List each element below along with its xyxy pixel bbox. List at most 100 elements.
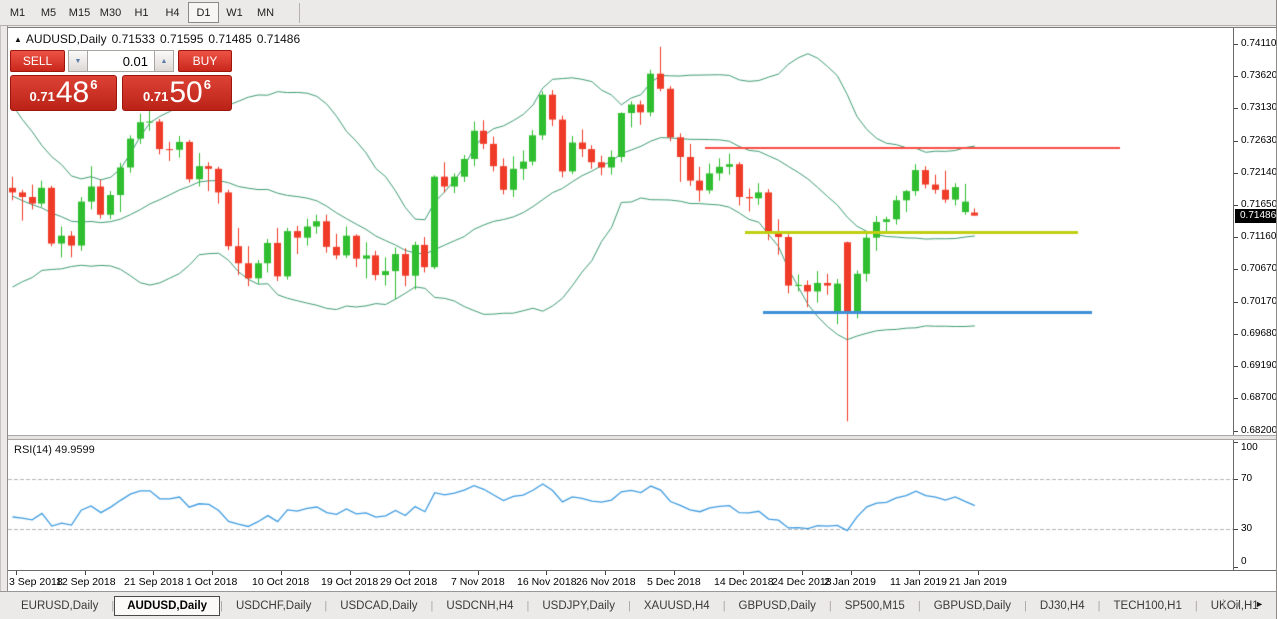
date-tick: [281, 571, 282, 575]
chart-tab-xauusd-h4[interactable]: XAUUSD,H4: [631, 597, 723, 615]
date-axis-label: 14 Dec 2018: [714, 576, 774, 588]
buy-price-prefix: 0.71: [143, 89, 169, 104]
date-tick: [851, 571, 852, 575]
tab-scroll-controls: | ◄ ►: [1222, 598, 1271, 610]
date-axis-label: 11 Jan 2019: [890, 576, 948, 588]
date-tick: [478, 571, 479, 575]
ohlc-close: 0.71486: [256, 32, 301, 46]
price-axis-label: 0.70170: [1241, 296, 1277, 307]
buy-price-big-digits: 50: [169, 76, 203, 109]
date-axis-label: 7 Nov 2018: [451, 576, 505, 588]
rsi-indicator-pane: RSI(14) 49.9599: [8, 440, 1233, 570]
timeframe-button-m30[interactable]: M30: [95, 2, 126, 23]
date-axis-label: 29 Oct 2018: [380, 576, 438, 588]
ohlc-open: 0.71533: [111, 32, 155, 46]
window-left-frame: [0, 26, 8, 591]
chart-tab-sp500-m15[interactable]: SP500,M15: [832, 597, 918, 615]
chart-tab-usdjpy-daily[interactable]: USDJPY,Daily: [529, 597, 628, 615]
chart-tab-dj30-h4[interactable]: DJ30,H4: [1027, 597, 1098, 615]
price-axis-tick: [1234, 205, 1238, 206]
date-axis-label: 16 Nov 2018: [517, 576, 577, 588]
rsi-axis-tick: [1234, 567, 1238, 568]
date-axis-label: 5 Dec 2018: [647, 576, 701, 588]
date-axis-label: 21 Sep 2018: [124, 576, 184, 588]
volume-stepper: ▼ ▲: [68, 50, 174, 72]
price-axis-tick: [1234, 173, 1238, 174]
chart-tab-gbpusd-daily[interactable]: GBPUSD,Daily: [921, 597, 1024, 615]
price-axis-label: 0.74110: [1241, 38, 1277, 49]
date-tick: [153, 571, 154, 575]
tab-scroll-right-icon[interactable]: ►: [1248, 599, 1271, 609]
timeframe-button-m1[interactable]: M1: [2, 2, 33, 23]
buy-button[interactable]: BUY: [178, 50, 232, 72]
trade-panel-top-row: SELL ▼ ▲ BUY: [10, 50, 232, 72]
rsi-axis-tick: [1234, 442, 1238, 443]
price-axis-tick: [1234, 431, 1238, 432]
chart-collapse-icon[interactable]: ▲: [14, 35, 22, 44]
price-axis-tick: [1234, 302, 1238, 303]
rsi-axis-label: 0: [1241, 556, 1247, 567]
timeframe-button-mn[interactable]: MN: [250, 2, 281, 23]
chart-tab-usdcnh-h4[interactable]: USDCNH,H4: [433, 597, 526, 615]
chart-symbol-label: AUDUSD,Daily: [25, 32, 107, 46]
price-axis-tick: [1234, 269, 1238, 270]
chart-tab-tech100-h1[interactable]: TECH100,H1: [1101, 597, 1195, 615]
rsi-axis-label: 70: [1241, 473, 1253, 484]
chart-tab-bar: EURUSD,Daily | AUDUSD,Daily | USDCHF,Daily | U…: [0, 591, 1276, 619]
chart-tab-eurusd-daily[interactable]: EURUSD,Daily: [8, 597, 111, 615]
price-axis-label: 0.69190: [1241, 360, 1277, 371]
price-axis-label: 0.70670: [1241, 263, 1277, 274]
one-click-trading-panel: SELL ▼ ▲ BUY 0.71486 0.71506: [10, 50, 232, 111]
price-axis-tick: [1234, 366, 1238, 367]
chart-tab-gbpusd-daily[interactable]: GBPUSD,Daily: [726, 597, 829, 615]
buy-price-button[interactable]: 0.71 50 6: [122, 75, 232, 111]
sell-price-prefix: 0.71: [29, 89, 55, 104]
volume-increase-button[interactable]: ▲: [154, 50, 174, 72]
date-axis-label: 26 Nov 2018: [576, 576, 636, 588]
date-tick: [212, 571, 213, 575]
price-axis-label: 0.68700: [1241, 392, 1277, 403]
rsi-chart-canvas[interactable]: [8, 440, 1233, 570]
pane-separator[interactable]: [8, 435, 1276, 440]
date-axis-label: 12 Sep 2018: [56, 576, 116, 588]
buy-price-pipette: 6: [203, 77, 211, 92]
trade-panel-price-row: 0.71 48 6 0.71 50 6: [10, 75, 232, 111]
timeframe-button-h1[interactable]: H1: [126, 2, 157, 23]
rsi-axis-tick: [1234, 479, 1238, 480]
timeframe-buttons: M1 M5 M15 M30 H1 H4 D1 W1 MN: [2, 2, 300, 24]
chevron-up-icon: ▲: [160, 57, 168, 65]
volume-decrease-button[interactable]: ▼: [68, 50, 88, 72]
chart-title: ▲ AUDUSD,Daily 0.71533 0.71595 0.71485 0.7148…: [14, 32, 300, 46]
date-tick: [802, 571, 803, 575]
date-axis-label: 1 Oct 2018: [186, 576, 238, 588]
price-chart-pane: ▲ AUDUSD,Daily 0.71533 0.71595 0.71485 0.7148…: [8, 28, 1233, 435]
date-tick: [16, 571, 17, 575]
sell-button[interactable]: SELL: [10, 50, 65, 72]
volume-input[interactable]: [88, 50, 154, 72]
date-axis-label: 21 Jan 2019: [949, 576, 1007, 588]
rsi-axis-label: 100: [1241, 442, 1258, 453]
timeframe-button-m15[interactable]: M15: [64, 2, 95, 23]
timeframe-button-d1[interactable]: D1: [188, 2, 219, 23]
date-axis-label: 10 Oct 2018: [252, 576, 310, 588]
date-tick: [674, 571, 675, 575]
timeframe-button-w1[interactable]: W1: [219, 2, 250, 23]
price-axis-tick: [1234, 44, 1238, 45]
price-axis-tick: [1234, 108, 1238, 109]
price-axis-tick: [1234, 141, 1238, 142]
tab-scroll-left-icon[interactable]: ◄: [1225, 599, 1248, 609]
price-axis-label: 0.73130: [1241, 102, 1277, 113]
price-axis[interactable]: 0.74110 0.73620 0.73130 0.72630 0.72140 0.716…: [1233, 28, 1277, 570]
sell-price-button[interactable]: 0.71 48 6: [10, 75, 117, 111]
timeframe-button-m5[interactable]: M5: [33, 2, 64, 23]
date-tick: [605, 571, 606, 575]
date-axis[interactable]: 3 Sep 2018 12 Sep 2018 21 Sep 2018 1 Oct 20…: [8, 570, 1276, 591]
timeframe-button-h4[interactable]: H4: [157, 2, 188, 23]
chart-tab-audusd-daily[interactable]: AUDUSD,Daily: [114, 595, 221, 616]
date-axis-label: 24 Dec 2018: [772, 576, 832, 588]
price-axis-label: 0.72140: [1241, 167, 1277, 178]
chart-tab-usdchf-daily[interactable]: USDCHF,Daily: [223, 597, 324, 615]
date-tick: [409, 571, 410, 575]
ohlc-high: 0.71595: [160, 32, 204, 46]
chart-tab-usdcad-daily[interactable]: USDCAD,Daily: [327, 597, 430, 615]
